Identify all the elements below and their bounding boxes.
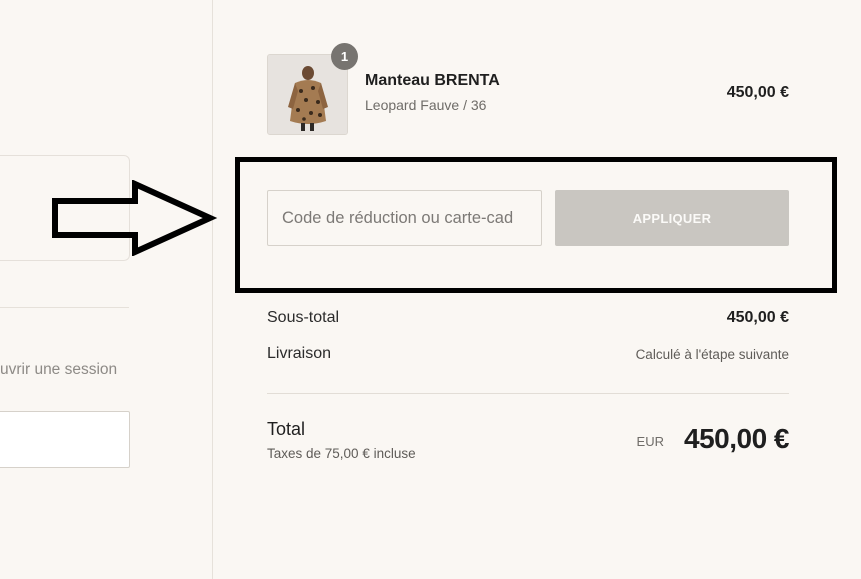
quantity-badge: 1 — [331, 43, 358, 70]
apply-button[interactable]: APPLIQUER — [555, 190, 789, 246]
left-email-field[interactable] — [0, 411, 130, 468]
total-value: 450,00 € — [684, 423, 790, 454]
product-price: 450,00 € — [726, 84, 789, 101]
pane-divider — [212, 0, 213, 579]
summary-divider — [267, 393, 789, 394]
shipping-label: Livraison — [267, 345, 332, 362]
shipping-value: Calculé à l'étape suivante — [635, 347, 789, 362]
login-link[interactable]: uvrir une session — [0, 361, 117, 379]
subtotal-value: 450,00 € — [726, 309, 789, 326]
left-divider — [0, 307, 129, 308]
taxes-note: Taxes de 75,00 € incluse — [267, 446, 416, 461]
currency-code: EUR — [636, 434, 664, 449]
discount-code-input[interactable] — [267, 190, 542, 246]
left-pane: uvrir une session — [0, 0, 213, 579]
total-label: Total — [267, 419, 306, 439]
product-name: Manteau BRENTA — [365, 72, 500, 89]
arrow-right-icon — [52, 180, 218, 256]
product-variant: Leopard Fauve / 36 — [365, 97, 487, 113]
subtotal-label: Sous-total — [267, 309, 340, 326]
